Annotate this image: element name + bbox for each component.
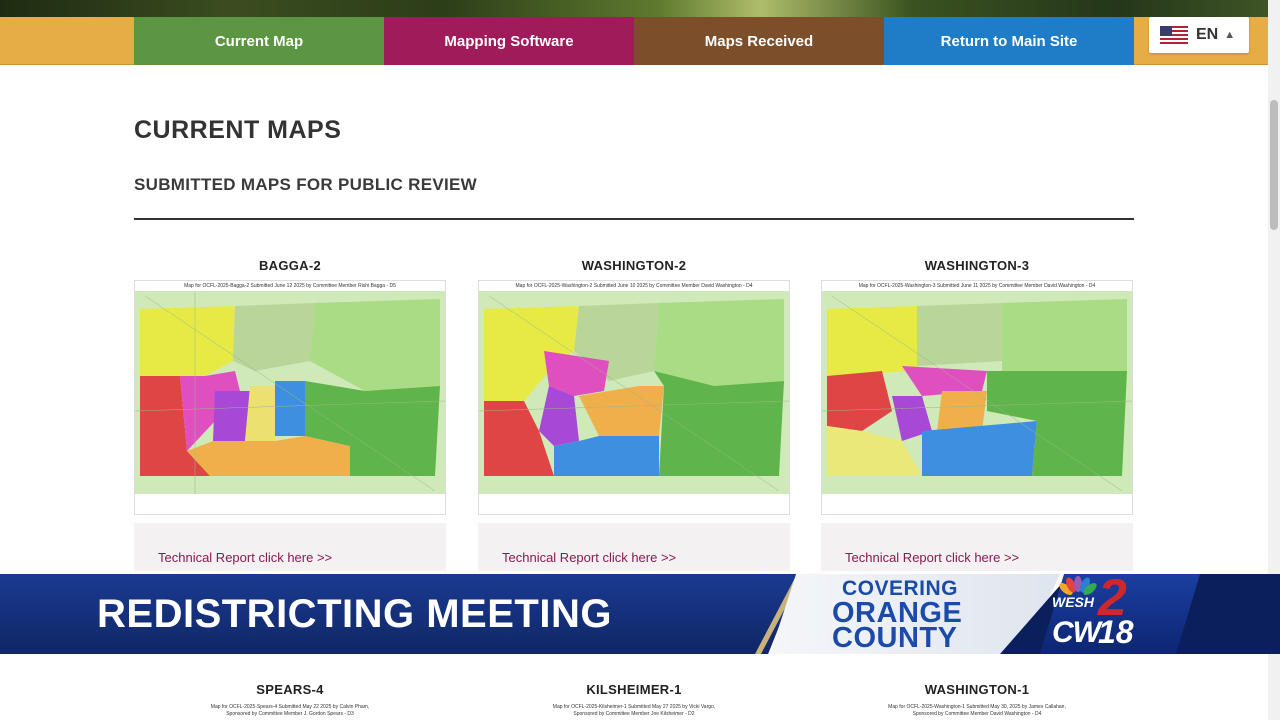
main-nav: Current Map Mapping Software Maps Receiv… [0, 17, 1268, 65]
technical-report-link[interactable]: Technical Report click here >> [502, 550, 676, 565]
map-card: WASHINGTON-2 Map for OCFL-2025-Washingto… [478, 258, 790, 571]
district-map [135, 291, 445, 496]
technical-report-box: Technical Report click here >> [134, 523, 446, 571]
covering-county-line2: COUNTY [832, 622, 958, 654]
news-lower-third: REDISTRICTING MEETING COVERING ORANGE CO… [0, 569, 1280, 654]
station-cw-number: 18 [1098, 614, 1134, 650]
map-card: WASHINGTON-3 Map for OCFL-2025-Washingto… [821, 258, 1133, 571]
chevron-up-icon: ▲ [1224, 29, 1236, 41]
map-caption-line: Map for OCFL-2025-Spears-4 Submitted May… [210, 704, 370, 710]
news-headline: REDISTRICTING MEETING [97, 592, 612, 636]
nav-maps-received[interactable]: Maps Received [634, 17, 884, 65]
technical-report-link[interactable]: Technical Report click here >> [158, 550, 332, 565]
map-legend [822, 494, 1132, 514]
map-caption-line: Sponsored by Committee Member Joe Kilshe… [573, 711, 695, 717]
nav-mapping-software[interactable]: Mapping Software [384, 17, 634, 65]
us-flag-icon [1160, 26, 1188, 44]
nav-return-main-site[interactable]: Return to Main Site [884, 17, 1134, 65]
map-caption: Map for OCFL-2025-Washington-3 Submitted… [858, 283, 1096, 289]
technical-report-link[interactable]: Technical Report click here >> [845, 550, 1019, 565]
map-caption: Map for OCFL-2025-Kilsheimer-1 Submitted… [478, 704, 790, 718]
district-map [479, 291, 789, 496]
map-caption-line: Sponsored by Committee Member J. Gordon … [226, 711, 354, 717]
map-card: KILSHEIMER-1 Map for OCFL-2025-Kilsheime… [478, 682, 790, 718]
map-title: WASHINGTON-1 [924, 682, 1030, 697]
map-title: WASHINGTON-3 [924, 258, 1030, 273]
nav-spacer [0, 17, 134, 64]
map-caption: Map for OCFL-2025-Washington-1 Submitted… [821, 704, 1133, 718]
language-selector[interactable]: EN ▲ [1149, 17, 1249, 53]
station-wesh: WESH [1052, 594, 1094, 610]
map-card: SPEARS-4 Map for OCFL-2025-Spears-4 Subm… [134, 682, 446, 718]
nav-label: Current Map [214, 32, 304, 50]
map-card: WASHINGTON-1 Map for OCFL-2025-Washingto… [821, 682, 1133, 718]
map-caption-line: Map for OCFL-2025-Kilsheimer-1 Submitted… [552, 704, 716, 710]
map-image[interactable]: Map for OCFL-2025-Washington-3 Submitted… [821, 280, 1133, 515]
map-caption: Map for OCFL-2025-Washington-2 Submitted… [515, 283, 753, 289]
language-label: EN [1196, 26, 1219, 43]
map-caption: Map for OCFL-2025-Bagga-2 Submitted June… [184, 283, 396, 289]
map-title: SPEARS-4 [256, 682, 324, 697]
divider [134, 218, 1134, 220]
map-legend [135, 494, 445, 514]
station-cw: CW [1052, 616, 1101, 649]
nav-spacer: EN ▲ [1134, 17, 1268, 64]
nav-label: Mapping Software [444, 32, 574, 50]
technical-report-box: Technical Report click here >> [478, 523, 790, 571]
map-title: WASHINGTON-2 [581, 258, 687, 273]
map-image[interactable]: Map for OCFL-2025-Washington-2 Submitted… [478, 280, 790, 515]
map-caption-line: Sponsored by Committee Member David Wash… [912, 711, 1042, 717]
page-viewport: Current Map Mapping Software Maps Receiv… [0, 0, 1280, 720]
map-caption-line: Map for OCFL-2025-Washington-1 Submitted… [888, 704, 1066, 710]
nav-label: Maps Received [704, 32, 814, 50]
page-title: CURRENT MAPS [134, 116, 342, 144]
map-title: KILSHEIMER-1 [586, 682, 682, 697]
header-photo [0, 0, 1268, 17]
map-caption: Map for OCFL-2025-Spears-4 Submitted May… [134, 704, 446, 718]
map-image[interactable]: Map for OCFL-2025-Bagga-2 Submitted June… [134, 280, 446, 515]
nav-current-map[interactable]: Current Map [134, 17, 384, 65]
map-title: BAGGA-2 [258, 258, 322, 273]
scrollbar-thumb[interactable] [1270, 100, 1278, 230]
map-card: BAGGA-2 Map for OCFL-2025-Bagga-2 Submit… [134, 258, 446, 571]
nav-label: Return to Main Site [940, 32, 1078, 50]
page-subtitle: SUBMITTED MAPS FOR PUBLIC REVIEW [134, 175, 477, 194]
district-map [822, 291, 1132, 496]
technical-report-box: Technical Report click here >> [821, 523, 1133, 571]
map-legend [479, 494, 789, 514]
